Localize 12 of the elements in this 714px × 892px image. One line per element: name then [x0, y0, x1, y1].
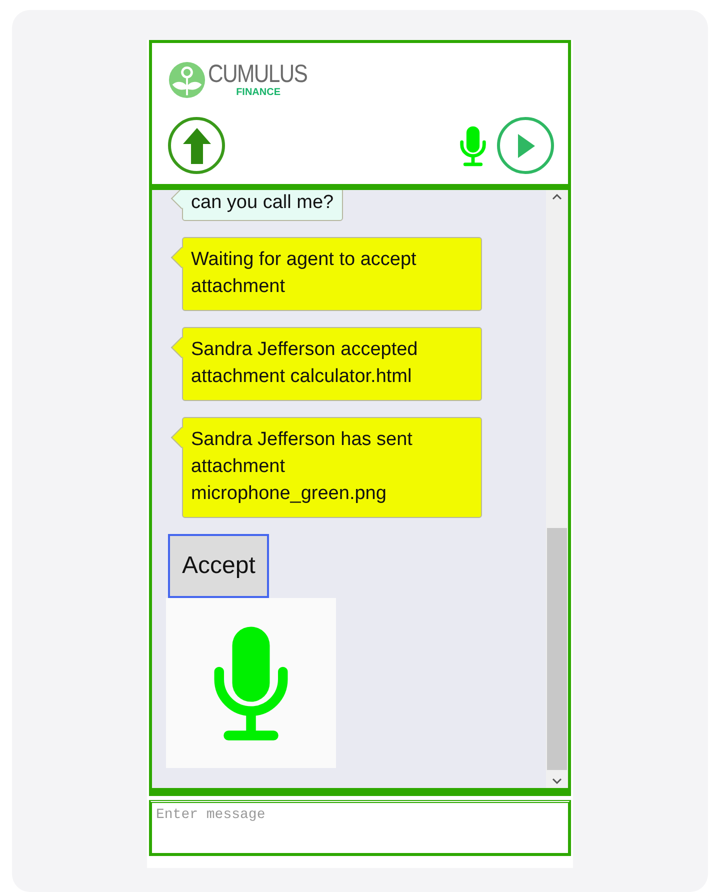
scroll-down-icon [552, 778, 562, 784]
scrollbar-thumb[interactable] [547, 528, 567, 770]
accept-button[interactable]: Accept [168, 534, 270, 598]
logo-name: CUMULUS [208, 62, 308, 87]
up-arrow-icon [182, 126, 212, 164]
microphone-icon [457, 124, 489, 166]
play-icon [516, 132, 536, 158]
leaf-logo-icon [168, 61, 206, 99]
logo-subtitle: FINANCE [236, 87, 281, 98]
microphone-button[interactable] [457, 124, 489, 166]
message-input[interactable]: Enter message [149, 800, 571, 856]
scroll-up-icon [552, 194, 562, 200]
